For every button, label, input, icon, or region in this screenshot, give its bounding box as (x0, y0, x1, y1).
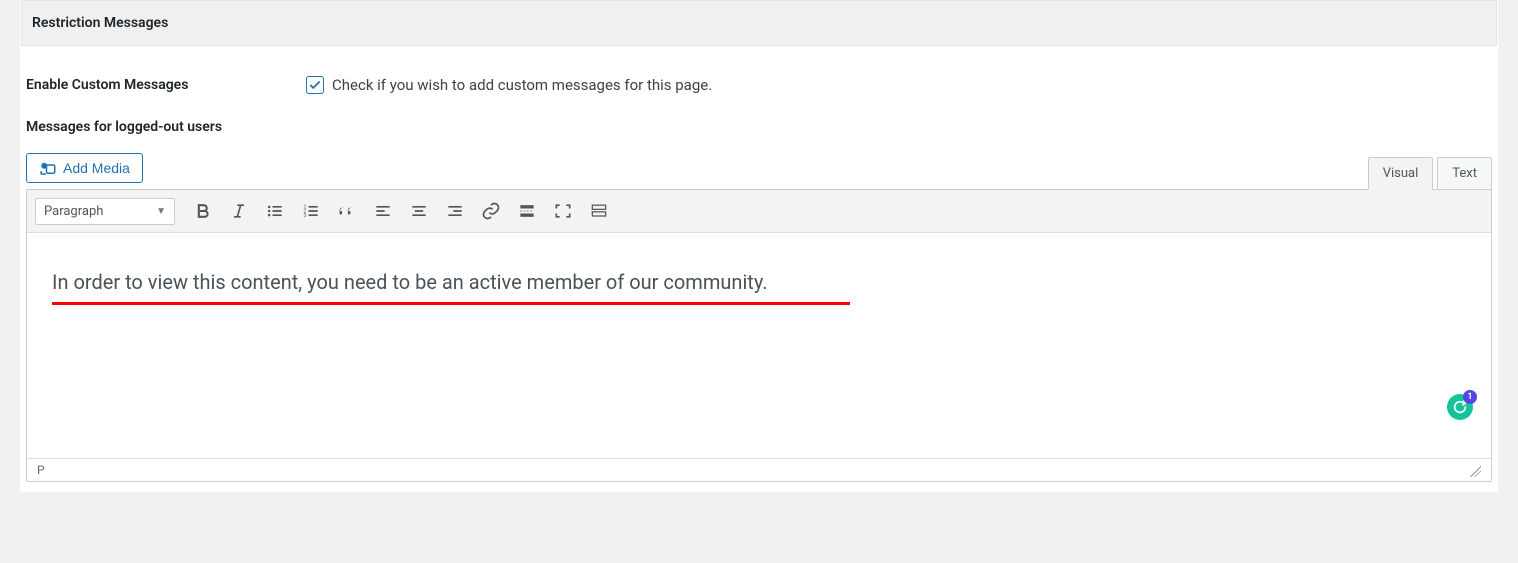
chevron-down-icon: ▼ (156, 206, 166, 217)
section-title: Restriction Messages (32, 15, 168, 31)
svg-text:3: 3 (304, 213, 307, 219)
add-media-button[interactable]: Add Media (26, 153, 143, 183)
resize-handle[interactable] (1467, 463, 1481, 477)
align-center-button[interactable] (403, 196, 435, 226)
editor-box: Paragraph ▼ 123 In order to view this co… (26, 189, 1492, 482)
align-right-button[interactable] (439, 196, 471, 226)
link-button[interactable] (475, 196, 507, 226)
enable-custom-description: Check if you wish to add custom messages… (332, 76, 712, 94)
editor-wrap: Add Media Visual Text Paragraph ▼ 123 (21, 153, 1497, 492)
grammarly-widget[interactable]: 1 (1447, 394, 1473, 420)
align-left-button[interactable] (367, 196, 399, 226)
settings-panel: Restriction Messages Enable Custom Messa… (20, 0, 1498, 492)
align-right-icon (445, 201, 465, 221)
logged-out-label: Messages for logged-out users (21, 114, 1497, 153)
italic-icon (229, 201, 249, 221)
editor-toolbar: Paragraph ▼ 123 (27, 190, 1491, 233)
grammarly-badge: 1 (1463, 390, 1477, 404)
italic-button[interactable] (223, 196, 255, 226)
editor-path: P (37, 463, 45, 477)
format-select-value: Paragraph (44, 204, 103, 219)
enable-custom-control: Check if you wish to add custom messages… (306, 76, 712, 94)
unordered-list-button[interactable] (259, 196, 291, 226)
link-icon (481, 201, 501, 221)
format-select[interactable]: Paragraph ▼ (35, 198, 175, 225)
more-icon (517, 201, 537, 221)
ol-icon: 123 (301, 201, 321, 221)
tab-visual[interactable]: Visual (1368, 157, 1434, 190)
blockquote-button[interactable] (331, 196, 363, 226)
editor-text: In order to view this content, you need … (52, 268, 1466, 296)
fullscreen-icon (553, 201, 573, 221)
bold-button[interactable] (187, 196, 219, 226)
align-left-icon (373, 201, 393, 221)
media-icon (39, 160, 57, 176)
ul-icon (265, 201, 285, 221)
toolbar-toggle-button[interactable] (583, 196, 615, 226)
editor-status-bar: P (27, 458, 1491, 481)
align-center-icon (409, 201, 429, 221)
fullscreen-button[interactable] (547, 196, 579, 226)
editor-tabs: Visual Text (1368, 157, 1492, 190)
quote-icon (337, 201, 357, 221)
read-more-button[interactable] (511, 196, 543, 226)
add-media-label: Add Media (63, 160, 130, 176)
tab-text[interactable]: Text (1437, 157, 1492, 190)
section-header: Restriction Messages (21, 0, 1497, 46)
enable-custom-checkbox[interactable] (306, 76, 324, 94)
editor-top-bar: Add Media Visual Text (26, 153, 1492, 189)
check-icon (308, 78, 322, 92)
editor-content-area[interactable]: In order to view this content, you need … (27, 233, 1491, 458)
enable-custom-label: Enable Custom Messages (26, 77, 296, 93)
toolbar-toggle-icon (589, 201, 609, 221)
annotation-underline (52, 302, 850, 305)
ordered-list-button[interactable]: 123 (295, 196, 327, 226)
enable-custom-row: Enable Custom Messages Check if you wish… (21, 46, 1497, 114)
bold-icon (193, 201, 213, 221)
